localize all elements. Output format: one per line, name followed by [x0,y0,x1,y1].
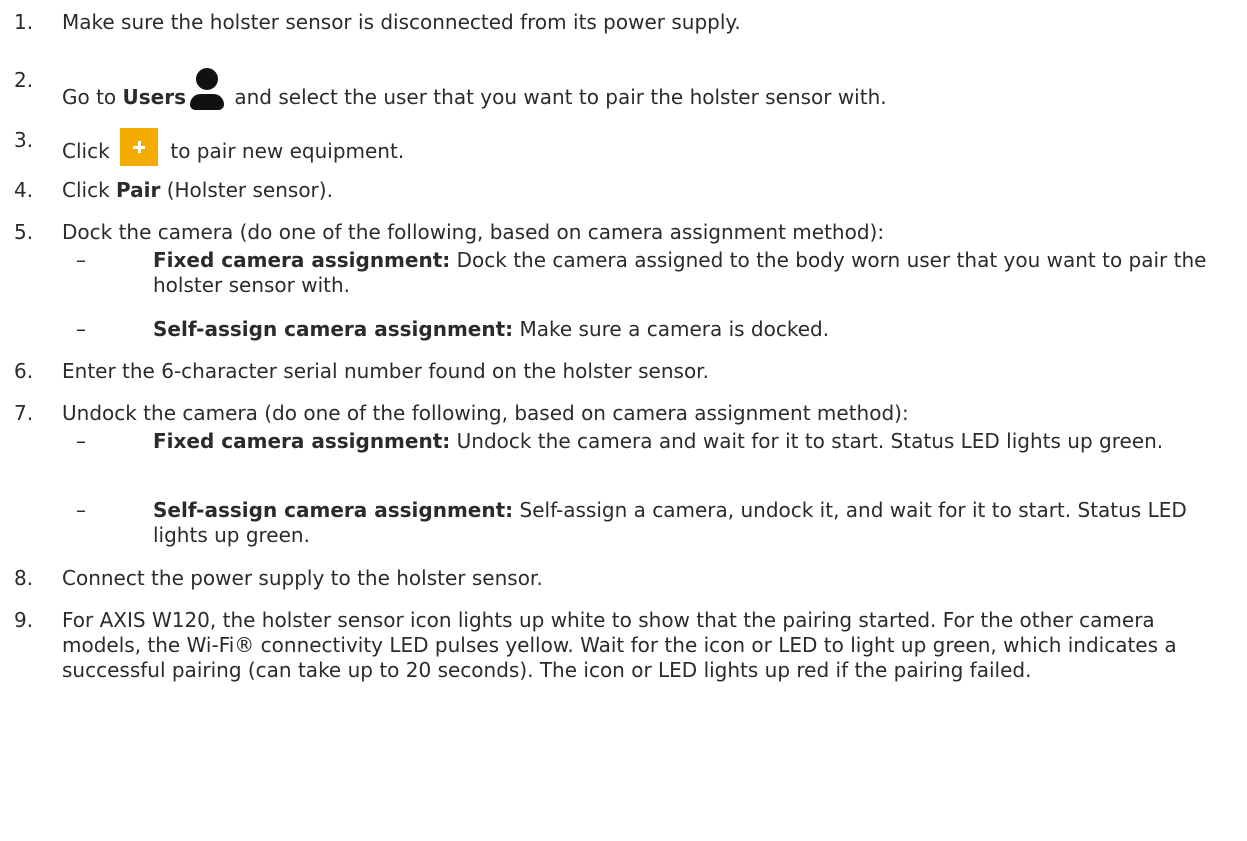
step-text-prefix: Click [62,178,117,202]
step-text: Connect the power supply to the holster … [62,566,543,590]
step-number: 5. [14,220,34,244]
step-text: Go to Users and select the user that you… [62,64,1235,110]
step-text-suffix: to pair new equipment. [164,139,405,163]
step-text-prefix: Click [62,139,117,163]
substep-fixed-dock: – Fixed camera assignment: Dock the came… [62,248,1235,298]
step-text: Undock the camera (do one of the followi… [62,401,909,425]
dash-bullet: – [76,429,86,453]
pair-label: Pair [116,178,161,202]
step-text-suffix: (Holster sensor). [160,178,333,202]
dash-bullet: – [76,498,86,522]
step-text: For AXIS W120, the holster sensor icon l… [62,608,1177,682]
step-text: Enter the 6-character serial number foun… [62,359,709,383]
step-8: 8. Connect the power supply to the holst… [0,566,1235,591]
substep-body: Undock the camera and wait for it to sta… [450,429,1164,453]
substep-heading: Self-assign camera assignment: [153,317,514,341]
step-text-prefix: Go to [62,85,123,109]
plus-icon [120,128,159,166]
instruction-list: 1. Make sure the holster sensor is disco… [0,0,1247,841]
step-number: 6. [14,359,34,383]
step-text: Dock the camera (do one of the following… [62,220,885,244]
substep-self-assign-undock: – Self-assign camera assignment: Self-as… [62,498,1235,548]
user-icon [190,68,225,110]
dash-bullet: – [76,317,86,341]
step-number: 4. [14,178,34,202]
step-7: 7. Undock the camera (do one of the foll… [0,401,1235,426]
substep-text: Fixed camera assignment: Undock the came… [153,429,1235,454]
step-number: 7. [14,401,34,425]
substep-self-assign-dock: – Self-assign camera assignment: Make su… [62,317,1235,342]
substep-fixed-undock: – Fixed camera assignment: Undock the ca… [62,429,1235,454]
step-number: 8. [14,566,34,590]
substep-text: Fixed camera assignment: Dock the camera… [153,248,1235,298]
step-text: Click Pair (Holster sensor). [62,178,1235,203]
step-text: Make sure the holster sensor is disconne… [62,10,741,34]
step-text-suffix: and select the user that you want to pai… [228,85,887,109]
step-number: 1. [14,10,34,34]
dash-bullet: – [76,248,86,272]
step-2: 2. Go to Users and select the user that … [0,64,1235,110]
step-1: 1. Make sure the holster sensor is disco… [0,10,1235,35]
step-number: 9. [14,608,34,632]
step-number: 3. [14,128,34,152]
substep-text: Self-assign camera assignment: Make sure… [153,317,1235,342]
substep-body: Make sure a camera is docked. [513,317,830,341]
substep-heading: Fixed camera assignment: [153,248,451,272]
substep-heading: Self-assign camera assignment: [153,498,514,522]
step-text: Click to pair new equipment. [62,119,1235,166]
step-6: 6. Enter the 6-character serial number f… [0,359,1235,384]
step-3: 3. Click to pair new equipment. [0,119,1235,166]
step-4: 4. Click Pair (Holster sensor). [0,178,1235,203]
substep-heading: Fixed camera assignment: [153,429,451,453]
step-5: 5. Dock the camera (do one of the follow… [0,220,1235,245]
step-number: 2. [14,68,34,92]
step-9: 9. For AXIS W120, the holster sensor ico… [0,608,1235,683]
users-label: Users [122,85,187,109]
substep-text: Self-assign camera assignment: Self-assi… [153,498,1235,548]
